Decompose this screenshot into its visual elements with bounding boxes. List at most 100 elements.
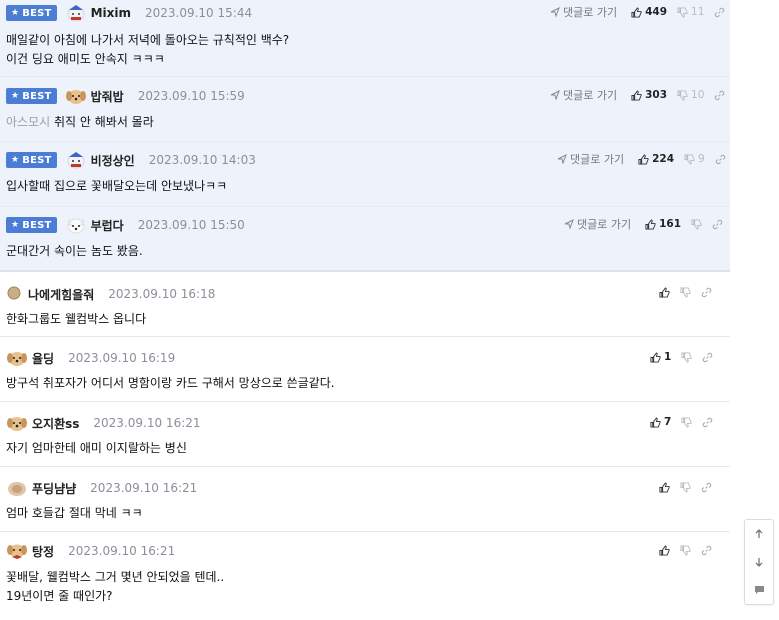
downvote-button[interactable]: 9 xyxy=(684,153,705,165)
link-icon xyxy=(703,352,713,362)
link-icon xyxy=(715,7,725,17)
thumbs-up-icon xyxy=(659,544,670,556)
avatar[interactable] xyxy=(65,4,87,22)
comment-date: 2023.09.10 14:03 xyxy=(148,153,256,167)
avatar[interactable] xyxy=(65,216,87,234)
comment-actions: 1 xyxy=(640,349,713,365)
upvote-button[interactable] xyxy=(659,544,670,556)
comment-button[interactable] xyxy=(745,576,773,604)
thumbs-up-icon xyxy=(631,6,642,18)
comment-actions: 댓글로 가기 303 10 xyxy=(550,87,725,103)
link-button[interactable] xyxy=(701,287,712,298)
avatar[interactable] xyxy=(6,479,28,497)
upvote-button[interactable]: 161 xyxy=(645,218,681,230)
downvote-button[interactable] xyxy=(680,286,691,298)
author-name[interactable]: 탕정 xyxy=(32,543,54,560)
downvote-button[interactable] xyxy=(691,218,702,230)
comment-meta: 나에게힘을줘 2023.09.10 16:18 xyxy=(6,285,215,303)
thumbs-up-icon xyxy=(659,286,670,298)
comment-item: 푸딩냠냠 2023.09.10 16:21 엄마 호들갑 절대 막네 ㅋㅋ xyxy=(0,467,730,532)
link-button[interactable] xyxy=(701,482,712,493)
comment-text: 군대간거 속이는 놈도 봤음. xyxy=(6,244,143,258)
avatar[interactable] xyxy=(6,542,28,560)
author-name[interactable]: 푸딩냠냠 xyxy=(32,480,76,497)
comment-text: 19년이면 줄 때인가? xyxy=(6,589,113,603)
comment-meta: 오지환ss 2023.09.10 16:21 xyxy=(6,414,201,432)
send-icon xyxy=(557,154,567,164)
upvote-button[interactable]: 7 xyxy=(650,416,671,428)
upvote-button[interactable]: 1 xyxy=(650,351,671,363)
comment-actions: 댓글로 가기 161 xyxy=(564,216,723,232)
comment-date: 2023.09.10 16:19 xyxy=(68,351,176,365)
link-icon xyxy=(712,219,723,229)
author-name[interactable]: 부럽다 xyxy=(91,217,124,234)
comment-meta: 푸딩냠냠 2023.09.10 16:21 xyxy=(6,479,197,497)
scroll-top-button[interactable] xyxy=(745,520,773,548)
avatar[interactable] xyxy=(6,349,28,367)
author-name[interactable]: 오지환ss xyxy=(32,415,79,432)
thumbs-up-icon xyxy=(650,351,661,363)
comment-date: 2023.09.10 16:21 xyxy=(93,416,201,430)
comment-date: 2023.09.10 15:50 xyxy=(137,218,245,232)
comment-actions: 댓글로 가기 224 9 xyxy=(557,151,726,167)
go-to-reply-link[interactable]: 댓글로 가기 xyxy=(550,4,617,20)
go-to-reply-link[interactable]: 댓글로 가기 xyxy=(564,216,631,232)
downvote-button[interactable] xyxy=(681,351,692,363)
comment-body: 꽃배달, 웰컴박스 그거 몇년 안되었을 텐데.. 19년이면 줄 때인가? xyxy=(6,568,224,606)
comment-date: 2023.09.10 16:21 xyxy=(68,544,176,558)
comment-date: 2023.09.10 15:44 xyxy=(144,6,253,20)
link-button[interactable] xyxy=(701,545,712,556)
avatar[interactable] xyxy=(65,151,87,169)
quoted-user[interactable]: 아스모시 xyxy=(6,115,50,129)
upvote-button[interactable] xyxy=(659,481,670,493)
downvote-button[interactable] xyxy=(681,416,692,428)
comment-body: 엄마 호들갑 절대 막네 ㅋㅋ xyxy=(6,504,143,523)
upvote-button[interactable]: 449 xyxy=(631,6,667,18)
comment-body: 자기 엄마한테 애미 이지랄하는 병신 xyxy=(6,439,187,458)
avatar[interactable] xyxy=(6,414,28,432)
comment-item: ★ BEST Mixim 2023.09.10 15:44 매일같이 아침에 나가… xyxy=(0,0,730,77)
comment-actions: 댓글로 가기 449 11 xyxy=(550,4,725,20)
scroll-bottom-button[interactable] xyxy=(745,548,773,576)
comment-text: 한화그룹도 웰컴박스 옵니다 xyxy=(6,312,147,326)
comment-date: 2023.09.10 16:18 xyxy=(108,287,216,301)
thumbs-up-icon xyxy=(659,481,670,493)
send-icon xyxy=(550,7,560,17)
comment-text: 매일같이 아침에 나가서 저녁에 돌아오는 규칙적인 백수? xyxy=(6,33,290,47)
star-icon: ★ xyxy=(11,91,20,101)
downvote-button[interactable]: 11 xyxy=(677,6,704,18)
thumbs-down-icon xyxy=(677,89,688,101)
upvote-button[interactable]: 303 xyxy=(631,89,667,101)
author-name[interactable]: Mixim xyxy=(91,6,131,20)
comment-item: ★ BEST 밥줘밥 2023.09.10 15:59 아스모시 취직 안 해봐서… xyxy=(0,77,730,142)
comment-actions xyxy=(649,479,712,495)
avatar[interactable] xyxy=(65,87,87,105)
comment-body: 한화그룹도 웰컴박스 옵니다 xyxy=(6,310,146,329)
link-icon xyxy=(701,287,712,297)
comment-text: 입사할때 집으로 꽃배달오는데 안보냈나ㅋㅋ xyxy=(6,179,228,193)
upvote-button[interactable]: 224 xyxy=(638,153,674,165)
link-button[interactable] xyxy=(715,154,726,165)
comment-date: 2023.09.10 16:21 xyxy=(90,481,198,495)
thumbs-down-icon xyxy=(680,544,691,556)
downvote-button[interactable] xyxy=(680,544,691,556)
link-button[interactable] xyxy=(712,219,723,230)
upvote-button[interactable] xyxy=(659,286,670,298)
go-to-reply-link[interactable]: 댓글로 가기 xyxy=(557,151,624,167)
link-button[interactable] xyxy=(702,352,713,363)
link-icon xyxy=(703,417,713,427)
author-name[interactable]: 율딩 xyxy=(32,350,54,367)
downvote-button[interactable]: 10 xyxy=(677,89,704,101)
go-to-reply-link[interactable]: 댓글로 가기 xyxy=(550,87,617,103)
avatar[interactable] xyxy=(6,285,24,303)
downvote-button[interactable] xyxy=(680,481,691,493)
author-name[interactable]: 비정상인 xyxy=(91,152,135,169)
link-button[interactable] xyxy=(714,7,725,18)
author-name[interactable]: 밥줘밥 xyxy=(91,88,124,105)
arrow-up-icon xyxy=(755,529,763,538)
author-name[interactable]: 나에게힘을줘 xyxy=(28,286,94,303)
link-button[interactable] xyxy=(714,90,725,101)
link-button[interactable] xyxy=(702,417,713,428)
comment-meta: 율딩 2023.09.10 16:19 xyxy=(6,349,175,367)
comment-actions xyxy=(649,542,712,558)
